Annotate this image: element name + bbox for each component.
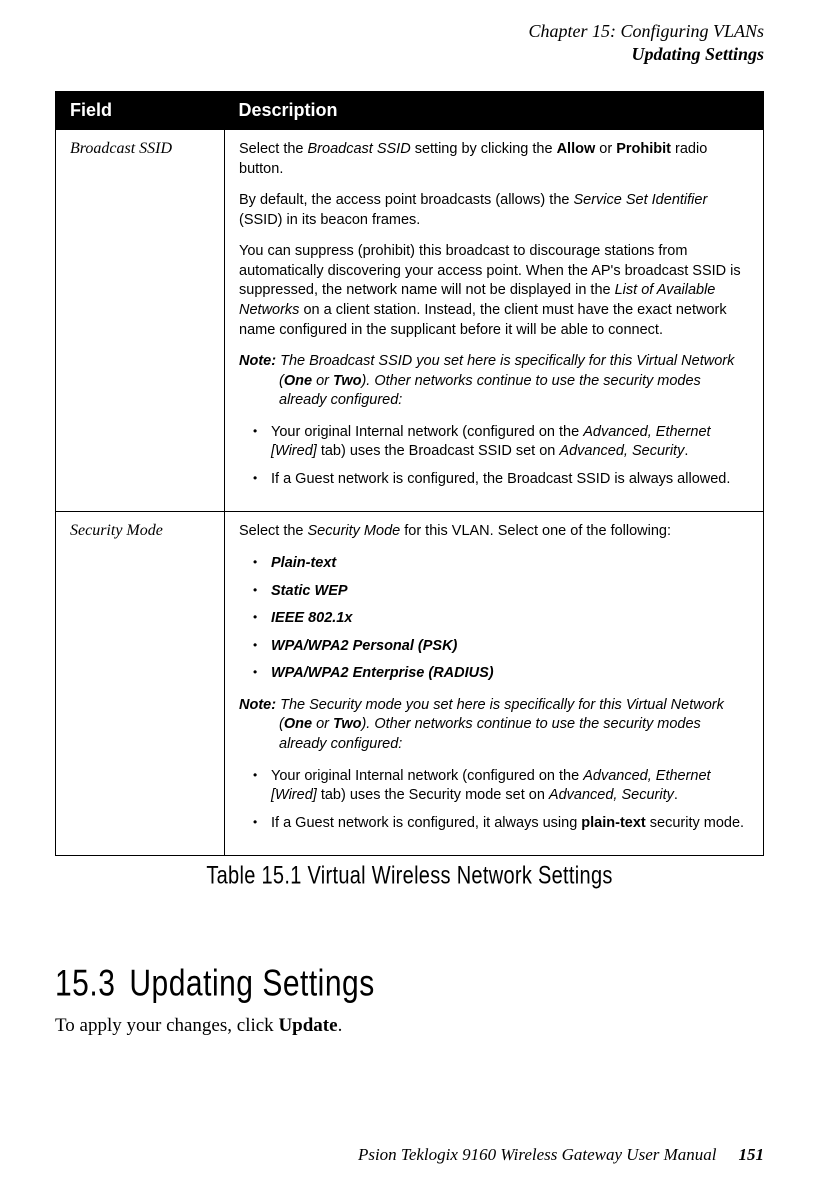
page: Chapter 15: Configuring VLANs Updating S… xyxy=(0,0,834,1197)
bullet-list: Your original Internal network (configur… xyxy=(239,767,749,834)
field-name-security-mode: Security Mode xyxy=(56,512,225,856)
column-header-field: Field xyxy=(56,92,225,130)
field-desc-broadcast-ssid: Select the Broadcast SSID setting by cli… xyxy=(225,130,764,512)
running-header: Chapter 15: Configuring VLANs Updating S… xyxy=(55,20,764,65)
list-item: Static WEP xyxy=(253,582,749,602)
paragraph: Select the Security Mode for this VLAN. … xyxy=(239,522,749,542)
list-item: If a Guest network is configured, the Br… xyxy=(253,470,749,490)
chapter-title: Chapter 15: Configuring VLANs xyxy=(55,20,764,43)
manual-title: Psion Teklogix 9160 Wireless Gateway Use… xyxy=(358,1145,717,1164)
section-title: Updating Settings xyxy=(129,963,374,1004)
note: Note: The Security mode you set here is … xyxy=(239,696,749,755)
page-number: 151 xyxy=(739,1145,765,1164)
section-heading: 15.3 Updating Settings xyxy=(55,963,764,1006)
table-caption: Table 15.1 Virtual Wireless Network Sett… xyxy=(55,862,764,891)
list-item: Plain-text xyxy=(253,554,749,574)
list-item: Your original Internal network (configur… xyxy=(253,423,749,462)
list-item: WPA/WPA2 Enterprise (RADIUS) xyxy=(253,664,749,684)
note: Note: The Broadcast SSID you set here is… xyxy=(239,352,749,411)
field-name-broadcast-ssid: Broadcast SSID xyxy=(56,130,225,512)
list-item: If a Guest network is configured, it alw… xyxy=(253,814,749,834)
list-item: Your original Internal network (configur… xyxy=(253,767,749,806)
field-description-table: Field Description Broadcast SSID Select … xyxy=(55,91,764,856)
list-item: WPA/WPA2 Personal (PSK) xyxy=(253,637,749,657)
table-row: Broadcast SSID Select the Broadcast SSID… xyxy=(56,130,764,512)
page-footer: Psion Teklogix 9160 Wireless Gateway Use… xyxy=(358,1145,764,1165)
paragraph: You can suppress (prohibit) this broadca… xyxy=(239,242,749,340)
column-header-description: Description xyxy=(225,92,764,130)
section-number: 15.3 xyxy=(55,963,115,1004)
bullet-list: Plain-text Static WEP IEEE 802.1x WPA/WP… xyxy=(239,554,749,684)
bullet-list: Your original Internal network (configur… xyxy=(239,423,749,490)
header-section: Updating Settings xyxy=(55,43,764,66)
field-desc-security-mode: Select the Security Mode for this VLAN. … xyxy=(225,512,764,856)
table-row: Security Mode Select the Security Mode f… xyxy=(56,512,764,856)
paragraph: By default, the access point broadcasts … xyxy=(239,191,749,230)
body-paragraph: To apply your changes, click Update. xyxy=(55,1015,764,1037)
paragraph: Select the Broadcast SSID setting by cli… xyxy=(239,140,749,179)
list-item: IEEE 802.1x xyxy=(253,609,749,629)
